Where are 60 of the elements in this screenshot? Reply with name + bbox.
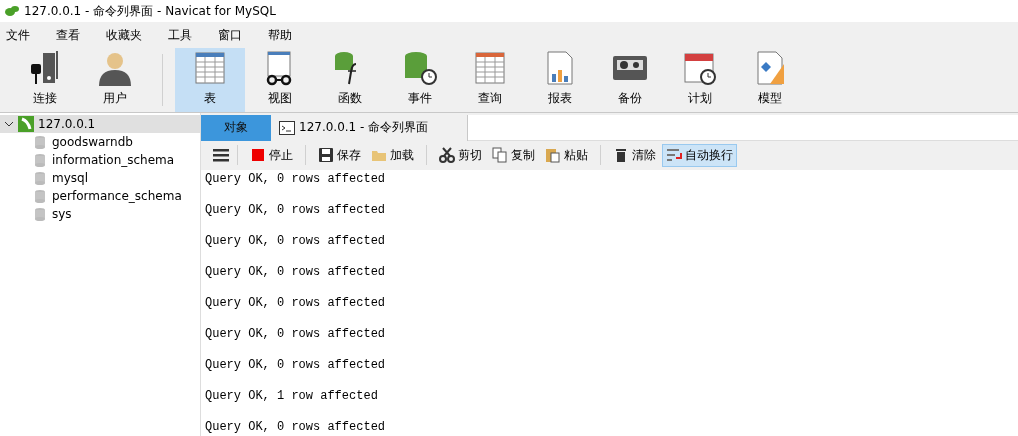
tab[interactable]: 对象	[201, 115, 271, 141]
menu-item[interactable]: 收藏夹	[106, 26, 142, 44]
output-line: Query OK, 0 rows affected	[205, 296, 387, 310]
database-icon	[34, 189, 46, 203]
scissors-icon	[439, 147, 455, 164]
app-logo-icon	[4, 4, 20, 18]
menu-item[interactable]: 帮助	[268, 26, 292, 44]
terminal-icon	[279, 120, 295, 135]
menu-item[interactable]: 查看	[56, 26, 80, 44]
trash-icon	[613, 147, 629, 164]
tree-label: 127.0.0.1	[38, 117, 96, 131]
menu-icon[interactable]	[213, 148, 229, 163]
server-icon	[18, 116, 34, 132]
toolbar-button[interactable]: 复制	[488, 143, 539, 167]
toolbar-button[interactable]: 加载	[367, 143, 418, 167]
toolbar-button[interactable]: 表	[175, 48, 245, 112]
toolbar-button[interactable]: 查询	[455, 48, 525, 112]
menu-item[interactable]: 文件	[6, 26, 30, 44]
output-line: Query OK, 0 rows affected	[205, 172, 387, 186]
output-line: Query OK, 0 rows affected	[205, 203, 387, 217]
tree-item[interactable]: performance_schema	[0, 187, 200, 205]
toolbar-button[interactable]: 用户	[80, 48, 150, 112]
toolbar-button[interactable]: 事件	[385, 48, 455, 112]
tree-item[interactable]: mysql	[0, 169, 200, 187]
copy-icon	[492, 147, 508, 164]
window-title: 127.0.0.1 - 命令列界面 - Navicat for MySQL	[24, 2, 276, 20]
output-line: Query OK, 0 rows affected	[205, 358, 387, 372]
toolbar-button[interactable]: 剪切	[435, 143, 486, 167]
database-icon	[34, 207, 46, 221]
word-wrap-icon	[666, 147, 682, 164]
clipboard-icon	[545, 147, 561, 164]
output-line: Query OK, 1 row affected	[205, 389, 379, 403]
menu-item[interactable]: 窗口	[218, 26, 242, 44]
tree-item[interactable]: sys	[0, 205, 200, 223]
toolbar-button[interactable]: 计划	[665, 48, 735, 112]
stop-icon	[250, 147, 266, 164]
database-icon	[34, 135, 46, 149]
toolbar-button[interactable]: 模型	[735, 48, 805, 112]
output-line: Query OK, 0 rows affected	[205, 234, 387, 248]
toolbar-button[interactable]: 清除	[609, 143, 660, 167]
tree-item[interactable]: information_schema	[0, 151, 200, 169]
toolbar-button[interactable]: 报表	[525, 48, 595, 112]
toolbar-button[interactable]: 保存	[314, 143, 365, 167]
toolbar-button[interactable]: 自动换行	[662, 143, 737, 167]
toolbar-button[interactable]: 函数	[315, 48, 385, 112]
toolbar-button[interactable]: 视图	[245, 48, 315, 112]
menu-item[interactable]: 工具	[168, 26, 192, 44]
chevron-icon	[4, 119, 14, 129]
database-icon	[34, 171, 46, 185]
toolbar-button[interactable]: 备份	[595, 48, 665, 112]
output-line: Query OK, 0 rows affected	[205, 420, 387, 434]
output-line: Query OK, 0 rows affected	[205, 265, 387, 279]
toolbar-button[interactable]: 停止	[246, 143, 297, 167]
output-line: Query OK, 0 rows affected	[205, 327, 387, 341]
tree-item[interactable]: goodswarndb	[0, 133, 200, 151]
toolbar-button[interactable]: 连接	[10, 48, 80, 112]
database-icon	[34, 153, 46, 167]
save-icon	[318, 147, 334, 164]
tree-item[interactable]: 127.0.0.1	[0, 115, 200, 133]
toolbar-button[interactable]: 粘贴	[541, 143, 592, 167]
